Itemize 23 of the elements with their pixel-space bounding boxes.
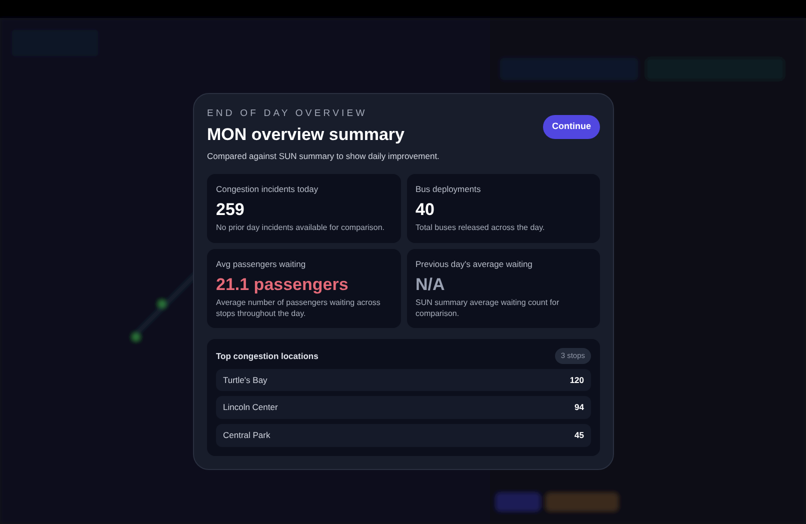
- stat-note: No prior day incidents available for comparison.: [216, 223, 386, 234]
- location-count: 45: [574, 429, 584, 442]
- stat-note: SUN summary average waiting count for comparison.: [416, 298, 560, 320]
- stat-value: 21.1 passengers: [216, 274, 350, 296]
- continue-button[interactable]: Continue: [543, 115, 600, 138]
- location-name: Lincoln Center: [223, 401, 278, 414]
- stat-label: Congestion incidents today: [216, 183, 320, 196]
- dialog-title: MON overview summary: [207, 125, 406, 146]
- stat-note: Average number of passengers waiting across stops throughout the day.: [216, 298, 382, 320]
- location-count: 120: [570, 374, 584, 386]
- stat-value: 40: [416, 199, 436, 222]
- stat-value: N/A: [416, 274, 446, 296]
- location-name: Turtle's Bay: [223, 374, 268, 386]
- dialog-subtitle: Compared against SUN summary to show daily improvement.: [207, 150, 440, 162]
- stat-label: Bus deployments: [416, 183, 482, 196]
- location-count: 94: [574, 401, 584, 414]
- stat-note: Total buses released across the day.: [416, 223, 546, 234]
- stat-label: Previous day's average waiting: [416, 258, 534, 271]
- stat-value: 259: [216, 199, 246, 222]
- eyebrow-label: END OF DAY OVERVIEW: [207, 107, 368, 121]
- location-name: Central Park: [223, 429, 270, 442]
- panel-title: Top congestion locations: [216, 350, 318, 362]
- stat-label: Avg passengers waiting: [216, 258, 307, 271]
